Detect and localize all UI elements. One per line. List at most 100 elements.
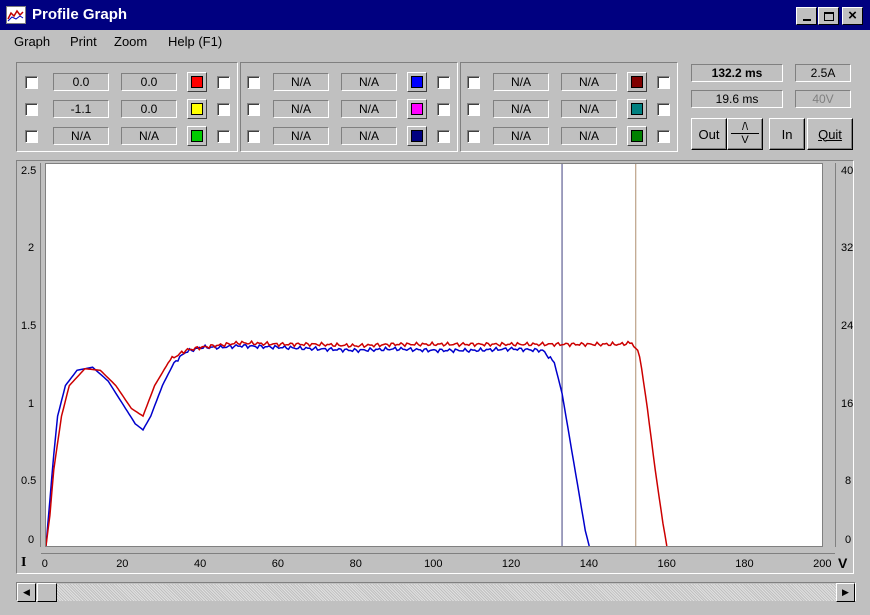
channel-4-color [411, 76, 423, 88]
channel-1-checkbox-a[interactable] [25, 76, 38, 89]
channel-4-checkbox-a[interactable] [247, 76, 260, 89]
channel-1-checkbox-b[interactable] [217, 76, 230, 89]
right-arrow-icon: ▶ [842, 587, 849, 597]
voltage-readout: 40V [795, 90, 851, 108]
channel-9-checkbox-a[interactable] [467, 130, 480, 143]
quit-button[interactable]: Quit [807, 118, 853, 150]
channel-2-value-a: -1.1 [53, 100, 109, 118]
channel-8-checkbox-b[interactable] [657, 103, 670, 116]
menu-bar: Graph Print Zoom Help (F1) [0, 30, 870, 54]
channel-4-checkbox-b[interactable] [437, 76, 450, 89]
menu-graph[interactable]: Graph [14, 34, 50, 49]
x-tick-label: 20 [116, 558, 129, 570]
channel-5-color-swatch[interactable] [407, 99, 427, 119]
left-tick: 2 [28, 242, 35, 254]
channel-2-checkbox-a[interactable] [25, 103, 38, 116]
channel-group-1: 0.0 0.0 -1.1 0.0 N/A N/A [16, 62, 238, 152]
channel-3-color-swatch[interactable] [187, 126, 207, 146]
x-tick-label: 80 [349, 558, 362, 570]
plot-area[interactable] [45, 163, 823, 547]
channel-9-color-swatch[interactable] [627, 126, 647, 146]
series-line-2 [46, 339, 668, 546]
channel-7-checkbox-a[interactable] [467, 76, 480, 89]
scale-updown-button[interactable]: /\ V [727, 118, 763, 150]
channel-7-value-b: N/A [561, 73, 617, 91]
menu-help-label: Help (F1) [168, 34, 223, 49]
left-axis-strip [17, 163, 41, 547]
channel-6-checkbox-b[interactable] [437, 130, 450, 143]
maximize-button[interactable] [818, 7, 839, 25]
minimize-button[interactable] [796, 7, 817, 25]
quit-label: Quit [818, 126, 842, 142]
menu-print[interactable]: Print [70, 34, 97, 49]
x-tick-label: 60 [271, 558, 285, 570]
channel-8-checkbox-a[interactable] [467, 103, 480, 116]
channel-5-checkbox-a[interactable] [247, 103, 260, 116]
channel-4-color-swatch[interactable] [407, 72, 427, 92]
minimize-icon [802, 19, 811, 21]
current-axis-label: I [21, 555, 27, 570]
right-tick: 40 [841, 165, 854, 177]
channel-5-color [411, 103, 423, 115]
channel-2-checkbox-b[interactable] [217, 103, 230, 116]
x-tick-label: 100 [424, 558, 443, 570]
x-tick-label: 120 [501, 558, 521, 570]
channel-1-value-a: 0.0 [53, 73, 109, 91]
channel-panel: 0.0 0.0 -1.1 0.0 N/A N/A N/A N/A N/A N/A… [16, 62, 856, 154]
scroll-left-button[interactable]: ◀ [17, 583, 36, 602]
channel-4-value-b: N/A [341, 73, 397, 91]
channel-9-color [631, 130, 643, 142]
channel-3-value-a: N/A [53, 127, 109, 145]
channel-1-value-b: 0.0 [121, 73, 177, 91]
channel-7-color [631, 76, 643, 88]
channel-4-value-a: N/A [273, 73, 329, 91]
channel-6-color-swatch[interactable] [407, 126, 427, 146]
channel-6-color [411, 130, 423, 142]
zoom-out-button[interactable]: Out [691, 118, 727, 150]
right-tick: 32 [841, 242, 854, 254]
scale-up-icon[interactable]: /\ [742, 121, 748, 133]
graph-app-icon[interactable] [6, 6, 26, 24]
channel-3-value-b: N/A [121, 127, 177, 145]
channel-8-color-swatch[interactable] [627, 99, 647, 119]
channel-9-checkbox-b[interactable] [657, 130, 670, 143]
right-axis-strip [835, 163, 855, 547]
channel-6-checkbox-a[interactable] [247, 130, 260, 143]
zoom-in-button[interactable]: In [769, 118, 805, 150]
channel-6-value-a: N/A [273, 127, 329, 145]
x-tick-label: 160 [657, 558, 676, 570]
channel-7-color-swatch[interactable] [627, 72, 647, 92]
channel-8-color [631, 103, 643, 115]
menu-print-label: Print [70, 34, 97, 49]
left-arrow-icon: ◀ [23, 587, 30, 597]
x-tick-label: 40 [194, 558, 207, 570]
channel-8-value-b: N/A [561, 100, 617, 118]
scroll-right-button[interactable]: ▶ [836, 583, 855, 602]
close-button[interactable]: × [842, 7, 863, 25]
x-tick-label: 200 [813, 558, 832, 570]
right-tick: 0 [845, 534, 852, 546]
title-bar: Profile Graph × [0, 0, 870, 30]
menu-zoom[interactable]: Zoom [114, 34, 147, 49]
scale-down-icon[interactable]: V [741, 134, 748, 147]
scroll-thumb[interactable] [37, 583, 57, 602]
channel-2-color-swatch[interactable] [187, 99, 207, 119]
menu-graph-label: Graph [14, 34, 51, 49]
right-tick: 16 [841, 398, 854, 410]
scroll-track[interactable] [37, 584, 837, 601]
x-tick-label: 140 [579, 558, 599, 570]
channel-5-checkbox-b[interactable] [437, 103, 450, 116]
menu-help[interactable]: Help (F1) [168, 34, 222, 49]
channel-7-checkbox-b[interactable] [657, 76, 670, 89]
channel-1-color-swatch[interactable] [187, 72, 207, 92]
maximize-icon [823, 11, 834, 21]
horizontal-scrollbar[interactable]: ◀ ▶ [16, 582, 856, 602]
window-title: Profile Graph [32, 6, 128, 23]
time-secondary-readout: 19.6 ms [691, 90, 783, 108]
left-tick: 1 [28, 398, 35, 410]
series-line-1 [46, 343, 590, 546]
channel-3-checkbox-b[interactable] [217, 130, 230, 143]
channel-1-color [191, 76, 203, 88]
channel-3-checkbox-a[interactable] [25, 130, 38, 143]
channel-group-2: N/A N/A N/A N/A N/A N/A [240, 62, 458, 152]
